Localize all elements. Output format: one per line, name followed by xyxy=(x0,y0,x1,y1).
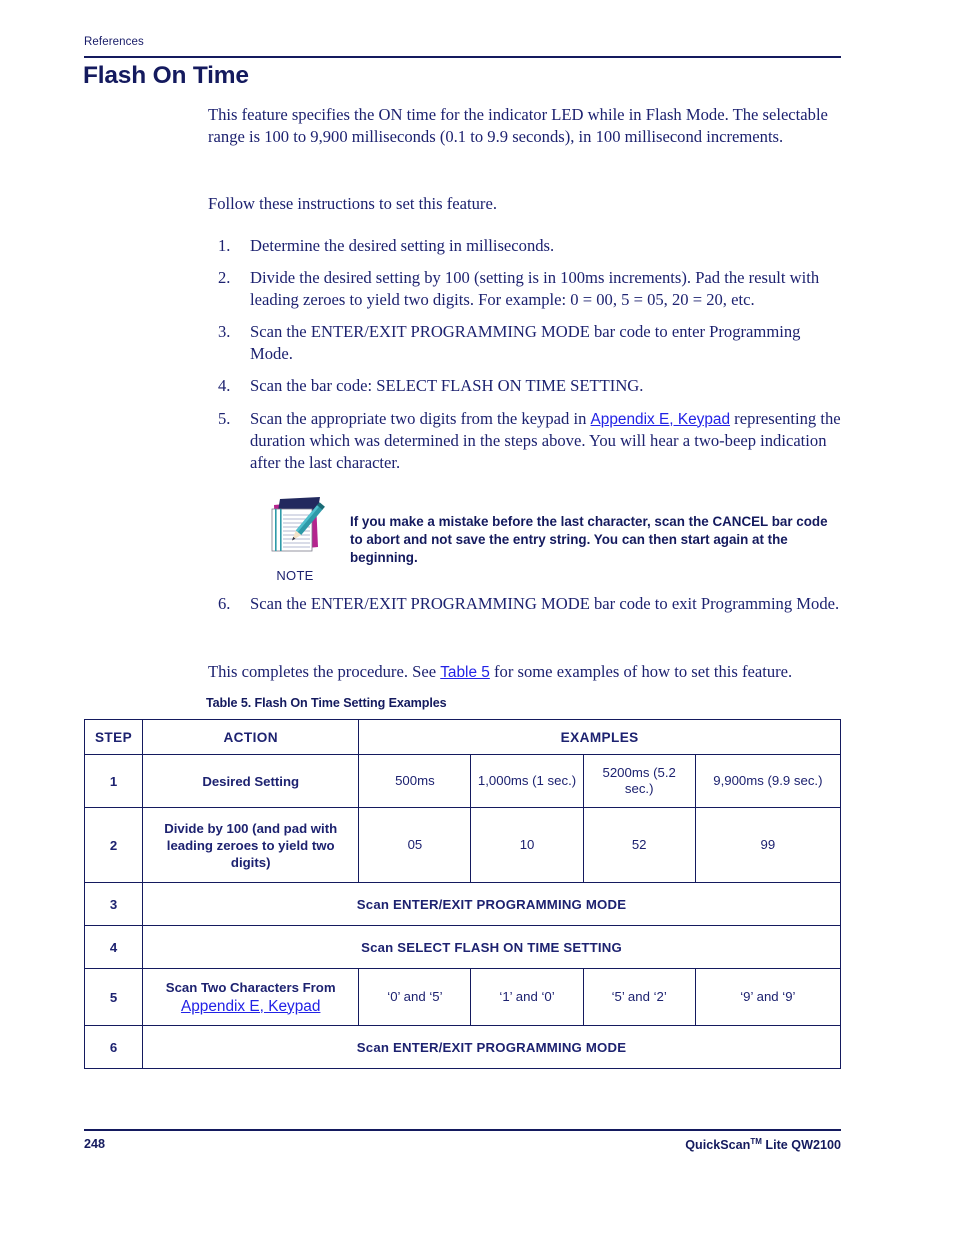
table-5-link[interactable]: Table 5 xyxy=(440,664,490,681)
cell-example-4: ‘9’ and ‘9’ xyxy=(694,968,842,1026)
step-text: Scan the bar code: SELECT FLASH ON TIME … xyxy=(250,376,644,395)
cell-step: 6 xyxy=(83,1025,144,1069)
document-page: References Flash On Time This feature sp… xyxy=(0,0,954,1235)
page-title: Flash On Time xyxy=(83,62,249,89)
list-item: Scan the ENTER/EXIT PROGRAMMING MODE bar… xyxy=(208,321,842,364)
cell-example-1: 05 xyxy=(358,807,472,883)
cell-example-3: ‘5’ and ‘2’ xyxy=(582,968,696,1026)
note-label: NOTE xyxy=(276,568,314,583)
column-header-action: ACTION xyxy=(142,719,360,755)
step-text: Scan the ENTER/EXIT PROGRAMMING MODE bar… xyxy=(250,322,801,363)
cell-step: 5 xyxy=(83,968,144,1026)
page-number: 248 xyxy=(84,1137,106,1151)
table-row: 4 Scan SELECT FLASH ON TIME SETTING xyxy=(83,925,841,969)
cell-example-3: 52 xyxy=(582,807,696,883)
cell-step: 1 xyxy=(83,754,144,808)
cell-action: Desired Setting xyxy=(142,754,360,808)
cell-span-action: Scan ENTER/EXIT PROGRAMMING MODE xyxy=(142,882,841,926)
step-text: Determine the desired setting in millise… xyxy=(250,235,555,255)
cell-example-3: 5200ms (5.2 sec.) xyxy=(582,754,696,808)
list-item: Divide the desired setting by 100 (setti… xyxy=(208,267,842,310)
notepad-pencil-icon xyxy=(271,497,325,552)
step-text: Divide the desired setting by 100 (setti… xyxy=(250,268,820,309)
table-row: 6 Scan ENTER/EXIT PROGRAMMING MODE xyxy=(83,1025,841,1069)
cell-action-label: Scan Two Characters From xyxy=(165,979,336,995)
appendix-e-keypad-link[interactable]: Appendix E, Keypad xyxy=(591,411,730,428)
cell-example-4: 99 xyxy=(694,807,842,883)
flash-on-time-examples-table: STEP ACTION EXAMPLES 1 Desired Setting 5… xyxy=(83,719,842,1069)
cell-step: 4 xyxy=(83,925,144,969)
running-header: References xyxy=(84,36,144,48)
step-text: Scan the ENTER/EXIT PROGRAMMING MODE bar… xyxy=(250,594,840,613)
appendix-e-keypad-link-table[interactable]: Appendix E, Keypad xyxy=(148,997,353,1016)
column-header-examples: EXAMPLES xyxy=(358,719,841,755)
steps-list-continued: Scan the ENTER/EXIT PROGRAMMING MODE bar… xyxy=(208,593,842,615)
cell-step: 3 xyxy=(83,882,144,926)
table-caption: Table 5. Flash On Time Setting Examples xyxy=(206,696,447,710)
cell-example-1: ‘0’ and ‘5’ xyxy=(358,968,472,1026)
cell-span-action: Scan SELECT FLASH ON TIME SETTING xyxy=(142,925,841,969)
table-row: 3 Scan ENTER/EXIT PROGRAMMING MODE xyxy=(83,882,841,926)
step-text-before: Scan the appropriate two digits from the… xyxy=(250,408,591,428)
product-name-rest: Lite QW2100 xyxy=(761,1138,841,1153)
table-row: 1 Desired Setting 500ms 1,000ms (1 sec.)… xyxy=(83,754,842,808)
trademark-symbol: TM xyxy=(750,1137,762,1146)
table-row: 5 Scan Two Characters From Appendix E, Ke… xyxy=(83,968,842,1026)
table-header-row: STEP ACTION EXAMPLES xyxy=(83,719,841,755)
cell-example-2: 1,000ms (1 sec.) xyxy=(470,754,584,808)
cell-example-2: ‘1’ and ‘0’ xyxy=(470,968,584,1026)
footer-rule xyxy=(84,1129,841,1131)
note-text: If you make a mistake before the last ch… xyxy=(350,514,828,565)
closing-paragraph: This completes the procedure. See Table … xyxy=(208,661,842,684)
note-icon-container: NOTE xyxy=(258,497,332,587)
product-name: QuickScanTM Lite QW2100 xyxy=(685,1137,841,1152)
cell-step: 2 xyxy=(83,807,144,883)
product-name-main: QuickScan xyxy=(685,1138,751,1153)
list-item: Scan the bar code: SELECT FLASH ON TIME … xyxy=(208,375,842,397)
note-callout: NOTE If you make a mistake before the la… xyxy=(258,497,842,593)
cell-example-2: 10 xyxy=(470,807,584,883)
cell-example-1: 500ms xyxy=(358,754,472,808)
cell-action: Scan Two Characters From Appendix E, Keyp… xyxy=(142,968,360,1026)
cell-example-4: 9,900ms (9.9 sec.) xyxy=(694,754,842,808)
list-item: Scan the ENTER/EXIT PROGRAMMING MODE bar… xyxy=(208,593,842,615)
steps-list: Determine the desired setting in millise… xyxy=(208,235,842,474)
list-item: Scan the appropriate two digits from the… xyxy=(208,408,842,474)
column-header-step: STEP xyxy=(83,719,144,755)
cell-span-action: Scan ENTER/EXIT PROGRAMMING MODE xyxy=(142,1025,841,1069)
follow-instructions-paragraph: Follow these instructions to set this fe… xyxy=(208,194,497,213)
closing-text-before: This completes the procedure. See xyxy=(208,661,441,681)
closing-text-after: for some examples of how to set this fea… xyxy=(489,661,793,681)
header-rule xyxy=(84,56,841,58)
cell-action: Divide by 100 (and pad with leading zero… xyxy=(142,807,360,883)
list-item: Determine the desired setting in millise… xyxy=(208,235,842,257)
intro-paragraph: This feature specifies the ON time for t… xyxy=(208,105,828,146)
body-column: This feature specifies the ON time for t… xyxy=(208,104,842,683)
table-row: 2 Divide by 100 (and pad with leading ze… xyxy=(83,807,842,883)
